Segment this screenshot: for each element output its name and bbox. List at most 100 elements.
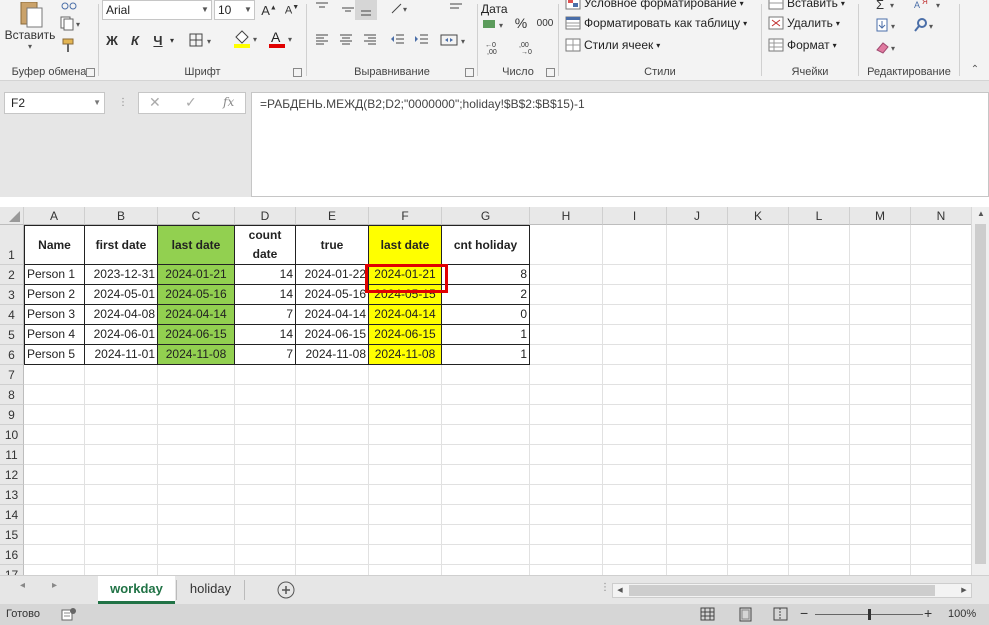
cell-h3[interactable] (530, 285, 603, 305)
cell-k5[interactable] (728, 325, 789, 345)
data-cell[interactable]: 0 (442, 305, 530, 325)
cell-a11[interactable] (24, 445, 85, 465)
percent-button[interactable]: % (512, 14, 530, 32)
cell-k2[interactable] (728, 265, 789, 285)
name-box[interactable]: F2 ▼ (4, 92, 105, 114)
cell-i8[interactable] (603, 385, 667, 405)
cell-d13[interactable] (235, 485, 296, 505)
cell-i15[interactable] (603, 525, 667, 545)
cell-j3[interactable] (667, 285, 728, 305)
grow-font-button[interactable]: A▲ (259, 0, 279, 20)
font-size-combo[interactable]: 10 ▼ (214, 0, 255, 20)
header-cell[interactable]: count date (235, 225, 296, 265)
data-cell[interactable]: Person 3 (24, 305, 85, 325)
cell-f17[interactable] (369, 565, 442, 575)
cell-m17[interactable] (850, 565, 911, 575)
cell-styles-button[interactable]: Стили ячеек ▾ (565, 38, 660, 52)
cell-h14[interactable] (530, 505, 603, 525)
cell-e7[interactable] (296, 365, 369, 385)
zoom-in-icon[interactable]: + (924, 606, 936, 621)
row-header-7[interactable]: 7 (0, 365, 24, 385)
cell-h2[interactable] (530, 265, 603, 285)
clipboard-launcher-icon[interactable] (86, 68, 95, 77)
cell-k4[interactable] (728, 305, 789, 325)
enter-icon[interactable]: ✓ (185, 94, 197, 111)
cell-b17[interactable] (85, 565, 158, 575)
cell-g9[interactable] (442, 405, 530, 425)
data-cell[interactable]: 2024-04-14 (296, 305, 369, 325)
cell-l13[interactable] (789, 485, 850, 505)
align-right-button[interactable] (359, 32, 381, 48)
autosum-button[interactable]: Σ ▾ (873, 0, 903, 12)
bold-button[interactable]: Ж (103, 30, 121, 50)
cell-d7[interactable] (235, 365, 296, 385)
normal-view-button[interactable] (700, 607, 716, 622)
cell-k17[interactable] (728, 565, 789, 575)
font-launcher-icon[interactable] (293, 68, 302, 77)
data-cell[interactable]: 2024-06-01 (85, 325, 158, 345)
thousands-button[interactable]: 000 (534, 14, 556, 32)
cell-g8[interactable] (442, 385, 530, 405)
cell-l16[interactable] (789, 545, 850, 565)
borders-button[interactable]: ▾ (187, 30, 217, 50)
cell-j9[interactable] (667, 405, 728, 425)
header-cell[interactable]: true (296, 225, 369, 265)
cell-d14[interactable] (235, 505, 296, 525)
column-header-k[interactable]: K (728, 207, 789, 225)
column-header-e[interactable]: E (296, 207, 369, 225)
cell-k8[interactable] (728, 385, 789, 405)
next-sheet-icon[interactable]: ▸ (52, 580, 66, 598)
cell-i9[interactable] (603, 405, 667, 425)
column-header-n[interactable]: N (911, 207, 971, 225)
column-header-c[interactable]: C (158, 207, 235, 225)
data-cell[interactable]: 1 (442, 325, 530, 345)
scroll-right-icon[interactable]: ▶ (957, 584, 971, 597)
alignment-launcher-icon[interactable] (465, 68, 474, 77)
cell-f8[interactable] (369, 385, 442, 405)
cell-m3[interactable] (850, 285, 911, 305)
cell-e14[interactable] (296, 505, 369, 525)
data-cell[interactable]: 2024-04-08 (85, 305, 158, 325)
cell-i3[interactable] (603, 285, 667, 305)
data-cell[interactable]: 2024-04-14 (158, 305, 235, 325)
data-cell[interactable]: 1 (442, 345, 530, 365)
data-cell[interactable]: 2024-11-08 (369, 345, 442, 365)
paste-button[interactable]: Вставить ▾ (5, 0, 55, 52)
cancel-icon[interactable]: ✕ (149, 94, 161, 111)
cell-e15[interactable] (296, 525, 369, 545)
cell-l4[interactable] (789, 305, 850, 325)
cell-j14[interactable] (667, 505, 728, 525)
cell-m9[interactable] (850, 405, 911, 425)
cell-g15[interactable] (442, 525, 530, 545)
orientation-button[interactable]: ▾ (387, 0, 411, 16)
data-cell[interactable]: 2024-05-01 (85, 285, 158, 305)
cell-e16[interactable] (296, 545, 369, 565)
horizontal-scroll-thumb[interactable] (629, 585, 935, 596)
scroll-left-icon[interactable]: ◀ (613, 584, 627, 597)
cell-k3[interactable] (728, 285, 789, 305)
cell-h12[interactable] (530, 465, 603, 485)
cell-l9[interactable] (789, 405, 850, 425)
cell-c11[interactable] (158, 445, 235, 465)
data-cell[interactable]: 2024-04-14 (369, 305, 442, 325)
cell-b7[interactable] (85, 365, 158, 385)
cell-c16[interactable] (158, 545, 235, 565)
row-header-14[interactable]: 14 (0, 505, 24, 525)
conditional-formatting-button[interactable]: Условное форматирование ▾ (565, 0, 744, 10)
cell-h5[interactable] (530, 325, 603, 345)
cell-b15[interactable] (85, 525, 158, 545)
row-header-15[interactable]: 15 (0, 525, 24, 545)
zoom-slider-thumb[interactable] (868, 609, 871, 620)
cell-l11[interactable] (789, 445, 850, 465)
cell-m13[interactable] (850, 485, 911, 505)
cell-g17[interactable] (442, 565, 530, 575)
row-header-10[interactable]: 10 (0, 425, 24, 445)
data-cell[interactable]: 2024-11-08 (158, 345, 235, 365)
cell-j2[interactable] (667, 265, 728, 285)
cell-f12[interactable] (369, 465, 442, 485)
cell-b10[interactable] (85, 425, 158, 445)
underline-dropdown-icon[interactable]: ▾ (167, 30, 177, 50)
cell-m10[interactable] (850, 425, 911, 445)
cell-k10[interactable] (728, 425, 789, 445)
cell-a15[interactable] (24, 525, 85, 545)
